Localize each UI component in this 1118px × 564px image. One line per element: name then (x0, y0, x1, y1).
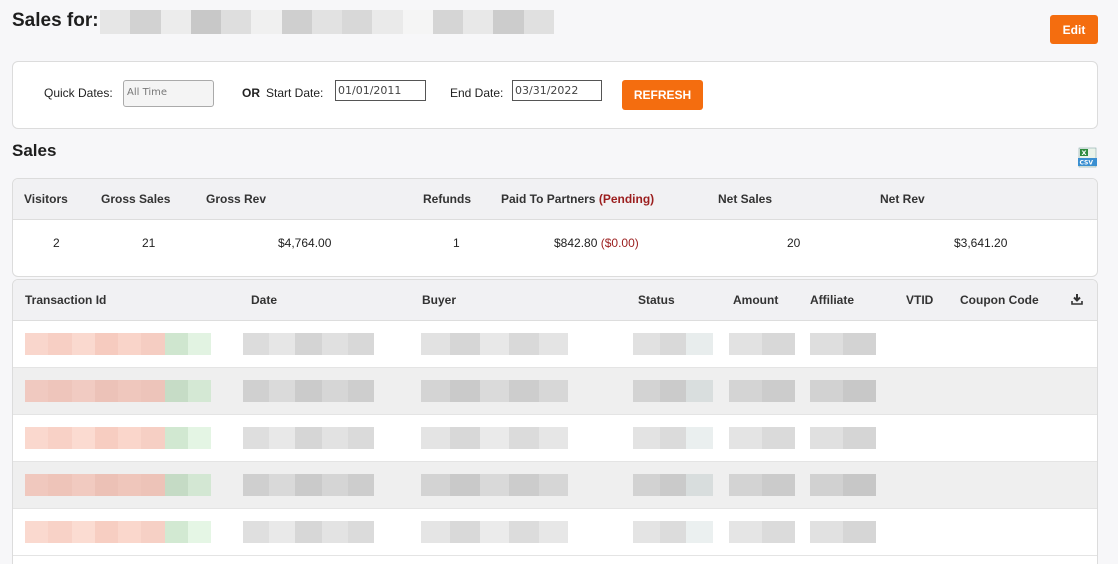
redacted-status (633, 333, 714, 355)
summary-header-row: Visitors Gross Sales Gross Rev Refunds P… (13, 179, 1097, 220)
table-row[interactable] (13, 321, 1097, 368)
paid-to-partners-value: $842.80 ($0.00) (554, 236, 639, 250)
redacted-amount (729, 474, 795, 496)
quick-dates-value: All Time (127, 87, 168, 98)
date-filter-panel: Quick Dates: All Time OR Start Date: End… (12, 61, 1098, 129)
gross-sales-value: 21 (142, 236, 156, 250)
col-buyer[interactable]: Buyer (422, 293, 456, 307)
redacted-buyer (421, 427, 569, 449)
redacted-buyer (421, 474, 569, 496)
redacted-buyer (421, 333, 569, 355)
gross-rev-value: $4,764.00 (278, 236, 332, 250)
end-date-label: End Date: (450, 86, 504, 100)
quick-dates-select[interactable]: All Time (123, 80, 214, 107)
redacted-affiliate (810, 380, 876, 402)
redacted-date (243, 474, 375, 496)
redacted-amount (729, 427, 795, 449)
col-coupon-code[interactable]: Coupon Code (960, 293, 1039, 307)
sales-summary-table: Visitors Gross Sales Gross Rev Refunds P… (12, 178, 1098, 277)
redacted-affiliate (810, 521, 876, 543)
col-refunds: Refunds (423, 192, 471, 206)
redacted-date (243, 427, 375, 449)
redacted-date (243, 521, 375, 543)
redacted-amount (729, 333, 795, 355)
edit-button[interactable]: Edit (1050, 15, 1098, 44)
page-title: Sales for: (12, 10, 99, 31)
svg-text:CSV: CSV (1080, 160, 1094, 167)
download-icon[interactable] (1071, 293, 1083, 305)
redacted-status (633, 521, 714, 543)
table-row[interactable] (13, 462, 1097, 509)
pending-label: (Pending) (598, 192, 655, 206)
start-date-label: Start Date: (266, 86, 324, 100)
redacted-transaction-id (25, 333, 211, 355)
net-sales-value: 20 (787, 236, 801, 250)
redacted-buyer (421, 521, 569, 543)
col-date[interactable]: Date (251, 293, 277, 307)
table-row[interactable] (13, 368, 1097, 415)
col-net-rev: Net Rev (880, 192, 925, 206)
col-amount[interactable]: Amount (733, 293, 778, 307)
visitors-value: 2 (53, 236, 60, 250)
paid-to-partners-label: Paid To Partners (501, 192, 596, 206)
redacted-affiliate (810, 427, 876, 449)
col-gross-sales: Gross Sales (101, 192, 171, 206)
transactions-header-row: Transaction Id Date Buyer Status Amount … (13, 280, 1097, 321)
table-row[interactable] (13, 509, 1097, 556)
redacted-amount (729, 521, 795, 543)
end-date-input[interactable] (512, 80, 602, 101)
quick-dates-label: Quick Dates: (44, 86, 113, 100)
redacted-transaction-id (25, 474, 211, 496)
or-label: OR (242, 86, 260, 100)
net-rev-value: $3,641.20 (954, 236, 1008, 250)
col-net-sales: Net Sales (718, 192, 773, 206)
col-affiliate[interactable]: Affiliate (810, 293, 854, 307)
redacted-transaction-id (25, 521, 211, 543)
svg-text:X: X (1082, 149, 1087, 157)
redacted-date (243, 380, 375, 402)
refresh-button[interactable]: REFRESH (622, 80, 703, 110)
redacted-affiliate (810, 474, 876, 496)
sales-section-title: Sales (12, 141, 57, 160)
excel-csv-icon[interactable]: X CSV (1077, 147, 1098, 168)
redacted-status (633, 427, 714, 449)
redacted-affiliate (810, 333, 876, 355)
start-date-input[interactable] (335, 80, 426, 101)
table-row[interactable] (13, 415, 1097, 462)
col-visitors: Visitors (24, 192, 68, 206)
col-transaction-id[interactable]: Transaction Id (25, 293, 106, 307)
redacted-status (633, 380, 714, 402)
col-gross-rev: Gross Rev (206, 192, 267, 206)
col-paid-to-partners: Paid To Partners (Pending) (501, 192, 654, 206)
transactions-table: Transaction Id Date Buyer Status Amount … (12, 279, 1098, 564)
redacted-date (243, 333, 375, 355)
col-status[interactable]: Status (638, 293, 675, 307)
paid-amount: $842.80 (554, 236, 598, 250)
redacted-amount (729, 380, 795, 402)
redacted-buyer (421, 380, 569, 402)
redacted-product-name (100, 10, 554, 34)
redacted-transaction-id (25, 380, 211, 402)
redacted-transaction-id (25, 427, 211, 449)
redacted-status (633, 474, 714, 496)
col-vtid[interactable]: VTID (906, 293, 933, 307)
refunds-value: 1 (453, 236, 460, 250)
pending-amount: ($0.00) (600, 236, 639, 250)
